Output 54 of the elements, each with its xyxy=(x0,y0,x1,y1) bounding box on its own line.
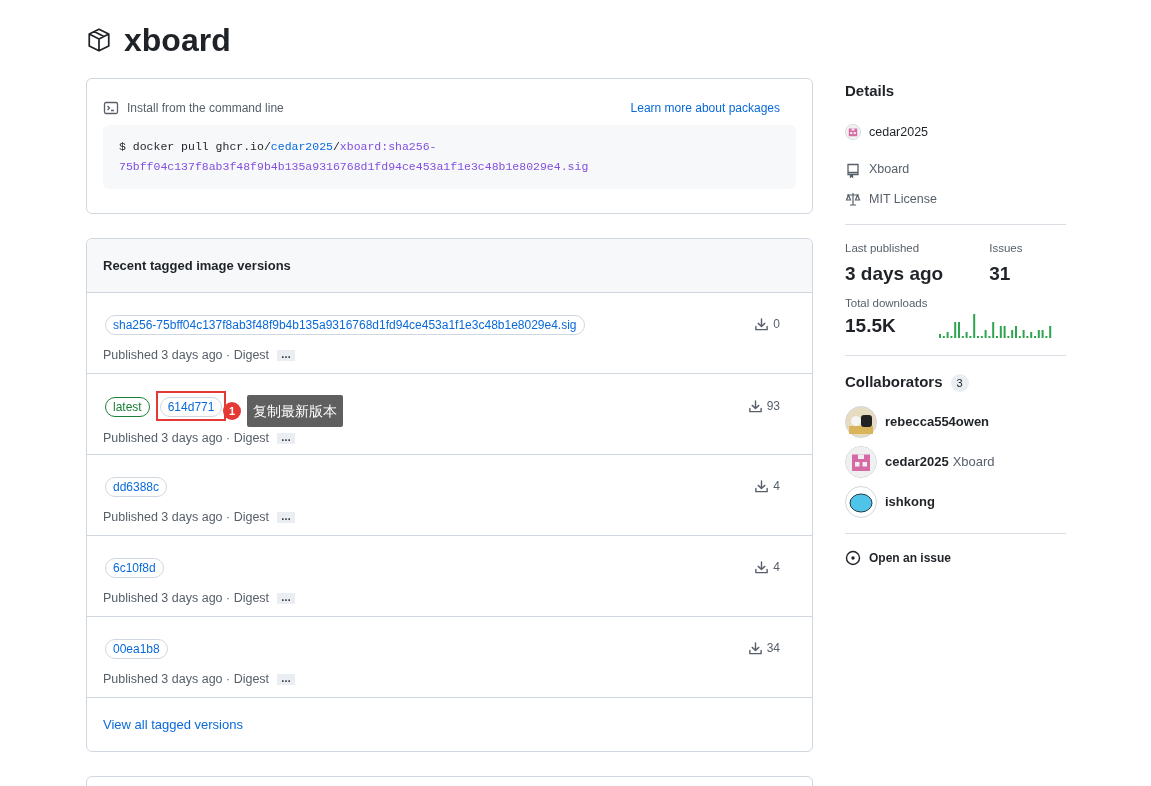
published-info: Published 3 days ago · Digest xyxy=(103,671,270,688)
issue-icon xyxy=(845,549,861,566)
more-button[interactable]: … xyxy=(277,592,296,604)
step-badge: 1 xyxy=(223,402,241,420)
learn-more-link[interactable]: Learn more about packages xyxy=(630,99,780,117)
owner-link[interactable]: cedar2025 xyxy=(869,122,929,142)
package-icon xyxy=(86,27,112,53)
versions-title: Recent tagged image versions xyxy=(103,256,291,275)
count-badge: 3 xyxy=(950,373,969,392)
download-icon xyxy=(747,640,763,656)
open-issue-link[interactable]: Open an issue xyxy=(869,548,952,567)
published-info: Published 3 days ago · Digest xyxy=(103,430,270,447)
scale-icon xyxy=(845,191,861,208)
download-count: 4 xyxy=(773,478,780,495)
annotation-tooltip: 复制最新版本 xyxy=(247,395,343,427)
published-info: Published 3 days ago · Digest xyxy=(103,347,270,364)
download-icon xyxy=(754,559,770,575)
more-button[interactable]: … xyxy=(277,432,296,444)
install-label: Install from the command line xyxy=(127,100,284,117)
download-count: 93 xyxy=(766,398,780,415)
collaborators-title: Collaborators xyxy=(845,372,943,393)
stat-label: Issues xyxy=(989,240,1023,256)
stat-value: 31 xyxy=(989,262,1012,286)
download-count: 0 xyxy=(773,316,780,333)
collaborator-repo: Xboard xyxy=(952,453,995,471)
docker-command: $ docker pull ghcr.io/cedar2025/xboard:sha256-75bff04c137f8ab3f48f9b4b135a9316768d1fd94ce453a1f1e3c48b1e8029e4.sig xyxy=(119,139,589,175)
more-button[interactable]: … xyxy=(277,511,296,523)
collaborator-name[interactable]: rebecca554owen xyxy=(885,412,990,432)
more-button[interactable]: … xyxy=(277,673,296,685)
avatar xyxy=(845,123,861,140)
collaborator-name[interactable]: ishkong xyxy=(885,492,935,512)
download-icon xyxy=(754,316,770,332)
repo-icon xyxy=(845,161,861,178)
more-button[interactable]: … xyxy=(277,349,296,361)
collaborator-name[interactable]: cedar2025 xyxy=(885,452,949,472)
avatar xyxy=(845,485,877,518)
repo-link[interactable]: Xboard xyxy=(869,160,910,179)
stat-label: Last published xyxy=(845,240,921,256)
stat-value: 3 days ago xyxy=(845,262,944,286)
terminal-icon xyxy=(103,100,119,116)
view-all-link[interactable]: View all tagged versions xyxy=(103,714,243,735)
download-count: 4 xyxy=(773,559,780,576)
download-count: 34 xyxy=(766,640,780,657)
stat-label: Total downloads xyxy=(845,295,929,311)
published-info: Published 3 days ago · Digest xyxy=(103,509,270,526)
package-title: xboard xyxy=(124,24,231,56)
license-link[interactable]: MIT License xyxy=(869,190,937,209)
avatar xyxy=(845,445,877,478)
avatar xyxy=(845,405,877,438)
download-icon xyxy=(747,398,763,414)
published-info: Published 3 days ago · Digest xyxy=(103,590,270,607)
details-title: Details xyxy=(845,81,896,101)
download-icon xyxy=(754,478,770,494)
stat-value: 15.5K xyxy=(845,313,896,338)
